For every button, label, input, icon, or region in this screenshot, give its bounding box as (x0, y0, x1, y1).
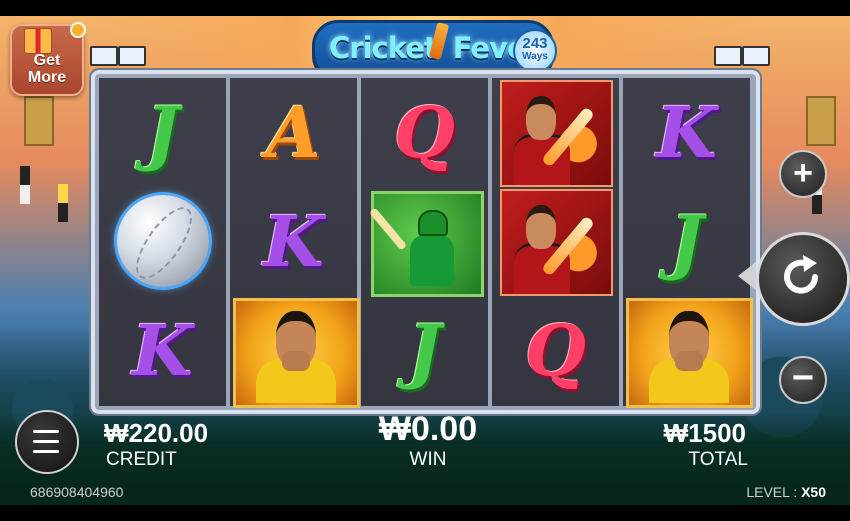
logo-word-cricket: Cricket (329, 31, 438, 65)
reel-cell (99, 187, 226, 296)
green-batsman-icon (368, 191, 484, 297)
red-batsman-icon (500, 189, 613, 296)
reel-cell: J (99, 78, 226, 187)
reel-cell: A (230, 78, 357, 187)
plus-icon: + (793, 154, 813, 192)
user-id: 686908404960 (30, 484, 124, 500)
reel-cell (361, 187, 488, 297)
ways-label: Ways (522, 51, 548, 62)
gift-icon (24, 28, 52, 54)
floodlight-tower (806, 96, 836, 146)
symbol-letter: Q (394, 91, 455, 174)
flag (58, 184, 68, 222)
player-hands (282, 351, 310, 371)
player-face (526, 205, 556, 249)
level-value: X50 (801, 484, 826, 500)
reel-column-5: K J (623, 78, 753, 408)
helmet-icon (418, 210, 448, 236)
symbol-letter: K (132, 309, 193, 392)
reel-column-3: Q J (361, 78, 488, 406)
reel-cell: K (623, 78, 750, 187)
menu-button[interactable] (15, 410, 79, 474)
level-label: LEVEL : (746, 484, 798, 500)
get-more-button[interactable]: Get More (10, 22, 86, 96)
symbol-letter: J (407, 309, 442, 392)
stadium-lamp (118, 46, 146, 66)
floodlight-tower (24, 96, 54, 146)
footer-bar: 686908404960 LEVEL : X50 (0, 484, 850, 521)
reel-cell (230, 296, 360, 408)
yellow-player-icon (233, 298, 360, 408)
hamburger-icon-bar (33, 440, 59, 443)
reel-cell: K (230, 187, 357, 296)
minus-icon: − (791, 357, 815, 399)
player-body (410, 234, 454, 286)
reel-column-4: Q (492, 78, 619, 406)
ways-count: 243 (522, 35, 548, 52)
get-more-label-line1: Get (33, 52, 61, 69)
spin-pointer-icon (738, 262, 756, 290)
get-more-label-line2: More (27, 69, 67, 86)
win-value: ₩0.00 (378, 410, 478, 448)
cricket-ball-icon (117, 195, 209, 288)
stadium-lamp (714, 46, 742, 66)
ball-seam (125, 198, 203, 288)
stadium-lamp (90, 46, 118, 66)
reel-cell (623, 296, 753, 408)
reel-cell: K (99, 296, 226, 405)
level-indicator: LEVEL : X50 (746, 484, 826, 500)
game-logo: Cricket Fever 243 Ways (312, 20, 557, 80)
yellow-player-icon (626, 298, 753, 408)
reel-column-1: J K (99, 78, 226, 406)
reel-cell (492, 78, 619, 187)
total-value: ₩1500 (663, 418, 746, 448)
bat-icon (368, 207, 408, 251)
hamburger-icon-bar (33, 450, 59, 453)
symbol-letter: K (263, 200, 324, 283)
spin-button[interactable] (756, 232, 850, 326)
refresh-icon (784, 255, 818, 294)
symbol-letter: J (669, 200, 704, 283)
reel-cell: Q (361, 78, 488, 187)
stadium-lamp (742, 46, 770, 66)
bet-increase-button[interactable]: + (779, 150, 827, 198)
red-batsman-icon (500, 80, 613, 187)
reel-cell: J (361, 296, 488, 405)
bet-decrease-button[interactable]: − (779, 356, 827, 404)
reel-cell (492, 187, 619, 296)
reel-cell: J (623, 187, 750, 296)
reel-grid: J K A K Q J Q K J (95, 74, 756, 410)
symbol-letter: Q (525, 309, 586, 392)
reel-cell: Q (492, 296, 619, 405)
win-label: WIN (409, 449, 447, 470)
credit-value: ₩220.00 (104, 418, 209, 448)
game-stage: Get More CricketFever 243 Ways J K A K (0, 16, 850, 505)
flag (20, 166, 30, 204)
symbol-letter: J (145, 91, 180, 174)
hamburger-icon (33, 430, 59, 433)
notification-dot (70, 22, 86, 38)
symbol-letter: A (266, 91, 321, 174)
player-hands (675, 351, 703, 371)
symbol-letter: K (656, 91, 717, 174)
total-label: TOTAL (688, 449, 748, 470)
reel-column-2: A K (230, 78, 360, 408)
credit-label: CREDIT (106, 449, 177, 470)
player-face (526, 96, 556, 140)
ways-badge: 243 Ways (513, 29, 557, 73)
